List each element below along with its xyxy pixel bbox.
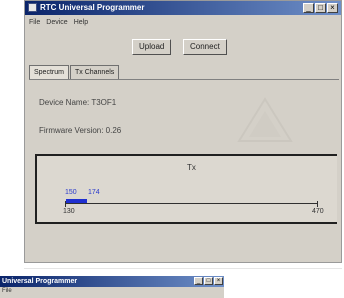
menu-device[interactable]: Device (46, 17, 67, 28)
minimize-button[interactable]: _ (303, 3, 314, 13)
axis-tick-max (317, 201, 318, 207)
watermark-logo (237, 97, 293, 142)
main-window: RTC Universal Programmer _ □ × File Devi… (24, 0, 342, 263)
second-window: Universal Programmer _ □ × File (0, 276, 224, 298)
second-menu-file[interactable]: File (2, 288, 12, 294)
range-end-label: 174 (88, 189, 100, 196)
upload-button[interactable]: Upload (132, 39, 172, 55)
second-minimize-button[interactable]: _ (194, 277, 203, 285)
second-close-button[interactable]: × (214, 277, 223, 285)
app-icon (28, 3, 37, 12)
window-title: RTC Universal Programmer (40, 3, 145, 12)
second-title-bar[interactable]: Universal Programmer _ □ × (0, 276, 224, 287)
tab-bar: Spectrum Tx Channels (29, 65, 120, 79)
menu-help[interactable]: Help (74, 17, 88, 28)
spectrum-panel: Tx 150 174 130 470 (35, 154, 337, 224)
second-window-title: Universal Programmer (2, 278, 78, 285)
spectrum-title: Tx (187, 163, 196, 172)
connect-button[interactable]: Connect (183, 39, 227, 55)
second-maximize-button[interactable]: □ (204, 277, 213, 285)
axis-max-label: 470 (312, 208, 324, 215)
tab-tx-channels[interactable]: Tx Channels (69, 65, 120, 79)
maximize-button[interactable]: □ (315, 3, 326, 13)
menu-bar: File Device Help (29, 17, 88, 28)
axis-tick-min (65, 201, 66, 207)
menu-file[interactable]: File (29, 17, 40, 28)
firmware-version-label: Firmware Version: 0.26 (39, 126, 122, 135)
close-button[interactable]: × (327, 3, 338, 13)
axis-min-label: 130 (63, 208, 75, 215)
device-name-label: Device Name: T3OF1 (39, 98, 117, 107)
spectrum-axis (65, 203, 317, 204)
title-bar[interactable]: RTC Universal Programmer _ □ × (25, 1, 341, 15)
tab-spectrum[interactable]: Spectrum (29, 65, 69, 79)
range-start-label: 150 (65, 189, 77, 196)
divider (24, 268, 342, 269)
